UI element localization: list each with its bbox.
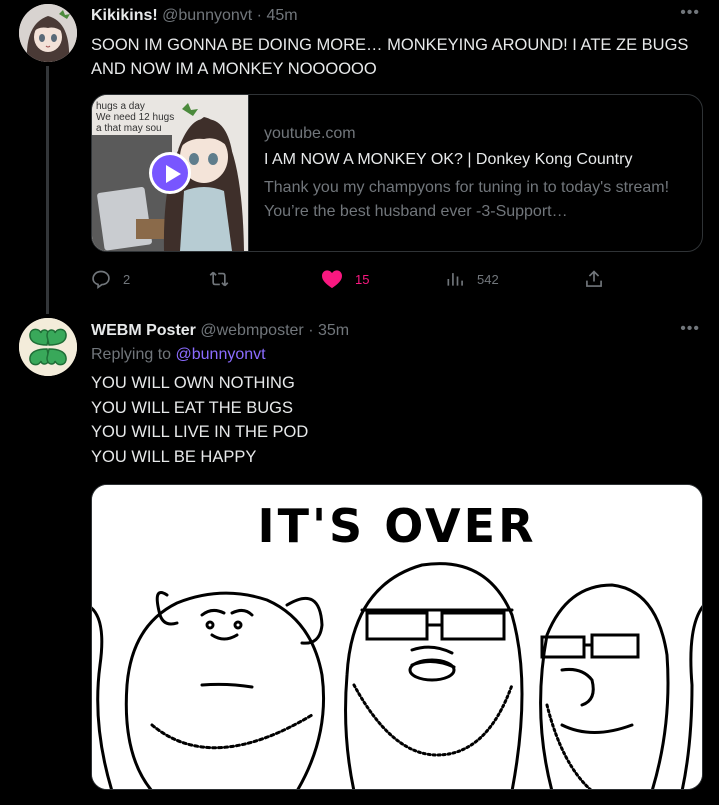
play-icon[interactable] xyxy=(149,152,191,194)
tweet-text-line: YOU WILL BE HAPPY xyxy=(91,447,257,466)
mention-link[interactable]: @bunnyonvt xyxy=(176,346,266,363)
media-image[interactable]: IT'S OVER xyxy=(91,484,703,790)
thumb-text-line: a that may sou xyxy=(96,123,162,134)
card-domain: youtube.com xyxy=(264,125,356,142)
card-title[interactable]: I AM NOW A MONKEY OK? | Donkey Kong Coun… xyxy=(264,148,689,172)
author-name[interactable]: WEBM Poster xyxy=(91,322,196,339)
reply-button[interactable]: 2 xyxy=(91,266,130,292)
views-count: 542 xyxy=(477,271,499,287)
tweet-text: YOU WILL OWN NOTHING YOU WILL EAT THE BU… xyxy=(91,371,691,469)
tweet-header: WEBM Poster @webmposter · 35m xyxy=(91,321,349,341)
share-icon xyxy=(586,270,602,287)
thread-line xyxy=(46,66,49,314)
views-chart-icon xyxy=(447,273,463,286)
thumb-text-line: We need 12 hugs xyxy=(96,112,175,123)
avatar-kikikins[interactable] xyxy=(19,4,77,62)
like-button[interactable]: 15 xyxy=(321,266,369,292)
link-card[interactable]: hugs a day We need 12 hugs a that may so… xyxy=(91,94,703,252)
card-thumbnail: hugs a day We need 12 hugs a that may so… xyxy=(92,95,249,251)
replying-to: Replying to @bunnyonvt xyxy=(91,346,266,364)
retweet-button[interactable] xyxy=(208,266,242,292)
separator-dot: · xyxy=(308,322,314,339)
card-body: youtube.com I AM NOW A MONKEY OK? | Donk… xyxy=(264,123,689,224)
author-name[interactable]: Kikikins! xyxy=(91,7,158,24)
action-bar: 2 15 542 xyxy=(91,266,611,292)
share-button[interactable] xyxy=(584,266,604,292)
more-dots-icon[interactable]: ••• xyxy=(680,4,700,22)
replying-prefix: Replying to xyxy=(91,346,172,363)
tweet-time[interactable]: 35m xyxy=(318,322,349,339)
separator-dot: · xyxy=(256,7,262,24)
tweet-text: SOON IM GONNA BE DOING MORE… MONKEYING A… xyxy=(91,36,689,78)
tweet-kikikins[interactable]: Kikikins! @bunnyonvt · 45m ••• SOON IM G… xyxy=(0,0,719,314)
card-description: Thank you my champyons for tuning in to … xyxy=(264,179,670,220)
tweet-text-line: YOU WILL LIVE IN THE POD xyxy=(91,423,309,441)
views-button[interactable]: 542 xyxy=(445,266,499,292)
thumb-text-line: hugs a day xyxy=(96,101,145,112)
more-dots-icon[interactable]: ••• xyxy=(680,320,700,338)
avatar-webmposter[interactable] xyxy=(19,318,77,376)
tweet-webmposter[interactable]: WEBM Poster @webmposter · 35m ••• Replyi… xyxy=(0,310,719,805)
heart-filled-icon xyxy=(322,270,342,289)
author-handle[interactable]: @webmposter xyxy=(200,322,303,339)
tweet-text-line: YOU WILL EAT THE BUGS xyxy=(91,398,294,417)
tweet-time[interactable]: 45m xyxy=(266,7,297,24)
tweet-header: Kikikins! @bunnyonvt · 45m xyxy=(91,6,298,26)
reply-count: 2 xyxy=(123,271,131,287)
reply-icon xyxy=(92,270,110,289)
retweet-icon xyxy=(209,271,229,287)
like-count: 15 xyxy=(355,271,370,287)
tweet-text-line: YOU WILL OWN NOTHING xyxy=(91,374,295,392)
media-caption: IT'S OVER xyxy=(257,499,537,553)
author-handle[interactable]: @bunnyonvt xyxy=(162,7,252,24)
